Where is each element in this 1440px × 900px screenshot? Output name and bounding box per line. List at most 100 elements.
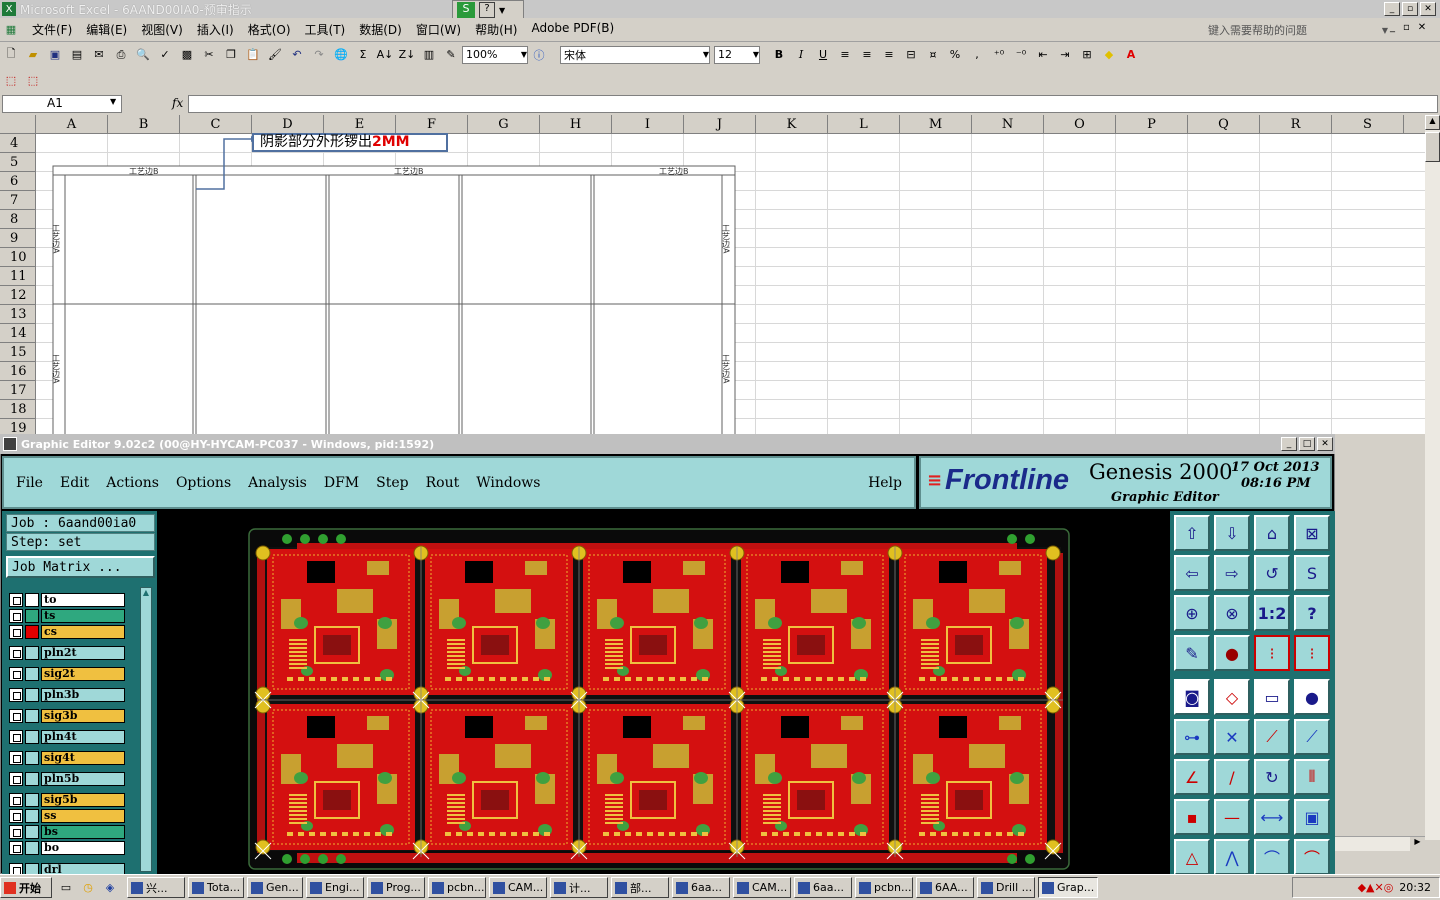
column-header[interactable]: L — [828, 115, 900, 134]
layer-checkbox[interactable] — [9, 840, 23, 855]
row-header[interactable]: 16 — [0, 362, 36, 381]
zoom-select[interactable]: 100% ▼ — [462, 45, 528, 64]
column-header[interactable]: H — [540, 115, 612, 134]
taskbar-button[interactable]: pcbn... — [855, 877, 913, 898]
new-icon[interactable]: 🗋 — [2, 46, 20, 64]
scroll-thumb[interactable] — [1425, 132, 1440, 162]
fill-color-icon[interactable]: ◆ — [1100, 46, 1118, 64]
row-header[interactable]: 4 — [0, 134, 36, 153]
shield-icon[interactable]: ◈ — [101, 879, 119, 897]
menu-actions[interactable]: Actions — [106, 475, 159, 491]
delete-icon[interactable]: ✕ — [1214, 719, 1250, 755]
layer-row[interactable]: bo — [9, 839, 125, 856]
menu-options[interactable]: Options — [176, 475, 231, 491]
layer-checkbox[interactable] — [9, 824, 23, 839]
layer-row[interactable]: bs — [9, 823, 125, 840]
connect-icon[interactable]: ⊶ — [1174, 719, 1210, 755]
excel-menu-item[interactable]: 格式(O) — [248, 21, 291, 38]
increase-indent-icon[interactable]: ⇥ — [1056, 46, 1074, 64]
start-button[interactable]: 开始 — [0, 877, 52, 898]
layer-checkbox[interactable] — [9, 750, 23, 765]
column-header[interactable]: C — [180, 115, 252, 134]
font-size-select[interactable]: 12 ▼ — [714, 45, 760, 64]
genesis-app-icon[interactable] — [3, 437, 17, 451]
layer-checkbox[interactable] — [9, 592, 23, 607]
taskbar-button[interactable]: 6AA... — [916, 877, 974, 898]
flip-icon[interactable]: ⫴ — [1294, 759, 1330, 795]
zoom-in-icon[interactable]: ⊕ — [1174, 595, 1210, 631]
query-button[interactable]: ? — [1294, 595, 1330, 631]
help-icon[interactable]: ? — [479, 2, 495, 18]
zoom-fit-icon[interactable]: ↺ — [1254, 555, 1290, 591]
menu-dfm[interactable]: DFM — [324, 475, 359, 491]
merge-center-icon[interactable]: ⊟ — [902, 46, 920, 64]
layer-checkbox[interactable] — [9, 771, 23, 786]
scroll-up-icon[interactable]: ▲ — [1425, 115, 1440, 130]
sort-ascending-icon[interactable]: A↓ — [376, 46, 394, 64]
excel-app-icon[interactable]: X — [2, 2, 16, 16]
cut-icon[interactable]: ✂ — [200, 46, 218, 64]
print-preview-icon[interactable]: 🔍 — [134, 46, 152, 64]
column-header[interactable]: K — [756, 115, 828, 134]
open-icon[interactable]: ▰ — [24, 46, 42, 64]
layer-row[interactable]: cs — [9, 623, 125, 640]
excel-menu-item[interactable]: 文件(F) — [32, 21, 72, 38]
pan-down-icon[interactable]: ⇩ — [1214, 515, 1250, 551]
callout-box[interactable]: 阴影部分外形锣出2MM — [252, 133, 448, 152]
taskbar-button[interactable]: 6aa... — [672, 877, 730, 898]
s-icon[interactable]: S — [457, 2, 475, 18]
row-header[interactable]: 18 — [0, 400, 36, 419]
decrease-decimal-icon[interactable]: ⁻⁰ — [1012, 46, 1030, 64]
genesis-close-button[interactable]: ✕ — [1317, 437, 1333, 451]
close-button[interactable]: ✕ — [1420, 2, 1436, 16]
angle-icon[interactable]: ∠ — [1174, 759, 1210, 795]
menu-windows[interactable]: Windows — [476, 475, 540, 491]
job-matrix-button[interactable]: Job Matrix ... — [6, 556, 155, 578]
column-header[interactable]: I — [612, 115, 684, 134]
genesis-minimize-button[interactable]: _ — [1281, 437, 1297, 451]
taskbar-button[interactable]: Gen... — [247, 877, 303, 898]
fx-icon[interactable]: fx — [172, 96, 183, 110]
row-header[interactable]: 12 — [0, 286, 36, 305]
copy-icon[interactable]: ❐ — [222, 46, 240, 64]
increase-decimal-icon[interactable]: ⁺⁰ — [990, 46, 1008, 64]
chevron-down-icon[interactable]: ▼ — [110, 97, 116, 106]
layer-row[interactable]: pln5b — [9, 770, 125, 787]
bold-button[interactable]: B — [770, 46, 788, 64]
menu-edit[interactable]: Edit — [60, 475, 89, 491]
row-header[interactable]: 14 — [0, 324, 36, 343]
align-left-icon[interactable]: ≡ — [836, 46, 854, 64]
select-all-button[interactable] — [0, 115, 36, 134]
format-painter-icon[interactable]: 🖌 — [266, 46, 284, 64]
group-icon[interactable]: ▣ — [1294, 799, 1330, 835]
layer-row[interactable]: sig2t — [9, 665, 125, 682]
layer-checkbox[interactable] — [9, 729, 23, 744]
ruler-icon[interactable]: ▭ — [1254, 679, 1290, 715]
row-header[interactable]: 10 — [0, 248, 36, 267]
print-icon[interactable]: ⎙ — [112, 46, 130, 64]
help-icon[interactable]: ⓘ — [530, 46, 548, 64]
taskbar-button[interactable]: CAM... — [733, 877, 791, 898]
layer-color-swatch[interactable] — [25, 608, 39, 623]
row-header[interactable]: 17 — [0, 381, 36, 400]
ratio-button[interactable]: 1:2 — [1254, 595, 1290, 631]
layer-checkbox[interactable] — [9, 808, 23, 823]
line-blue-icon[interactable]: ⟋ — [1294, 719, 1330, 755]
underline-button[interactable]: U — [814, 46, 832, 64]
line-icon[interactable]: ⟋ — [1254, 719, 1290, 755]
slash-icon[interactable]: / — [1214, 759, 1250, 795]
arch-red-icon[interactable]: ⌒ — [1294, 839, 1330, 875]
taskbar-button[interactable]: 6aa... — [794, 877, 852, 898]
tray-icons[interactable]: ◆▲✕◎ — [1358, 881, 1394, 894]
taskbar-button[interactable]: Tota... — [188, 877, 244, 898]
layer-row[interactable]: ss — [9, 807, 125, 824]
chevron-down-icon[interactable]: ▼ — [499, 6, 505, 15]
column-header[interactable]: S — [1332, 115, 1404, 134]
pad-icon[interactable]: ● — [1214, 635, 1250, 671]
sort-descending-icon[interactable]: Z↓ — [398, 46, 416, 64]
circle-icon[interactable]: ● — [1294, 679, 1330, 715]
row-header[interactable]: 13 — [0, 305, 36, 324]
row-header[interactable]: 11 — [0, 267, 36, 286]
layer-color-swatch[interactable] — [25, 687, 39, 702]
pdf-email-icon[interactable]: ⬚ — [24, 71, 42, 89]
